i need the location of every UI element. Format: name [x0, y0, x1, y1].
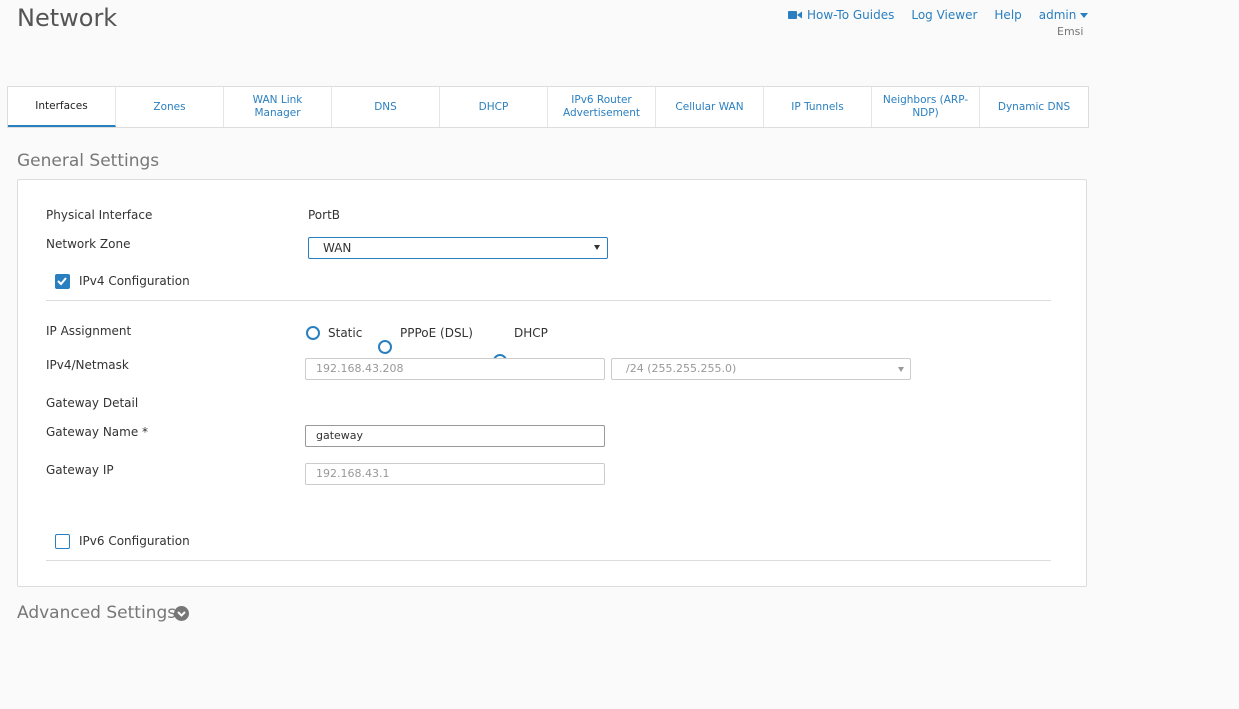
- tab-ipv6-router-advertisement[interactable]: IPv6 Router Advertisement: [548, 87, 656, 127]
- radio-dhcp-label: DHCP: [514, 326, 548, 340]
- netmask-select[interactable]: /24 (255.255.255.0): [611, 358, 911, 380]
- ip-assignment-label: IP Assignment: [46, 324, 132, 338]
- user-subtitle: Emsi: [1057, 25, 1084, 38]
- gateway-name-value: gateway: [316, 429, 364, 442]
- tab-dhcp[interactable]: DHCP: [440, 87, 548, 127]
- ipv4-netmask-label: IPv4/Netmask: [46, 358, 129, 372]
- gateway-ip-field[interactable]: 192.168.43.1: [305, 463, 605, 485]
- network-zone-label: Network Zone: [46, 237, 131, 251]
- gateway-name-field[interactable]: gateway: [305, 425, 605, 447]
- tab-neighbors[interactable]: Neighbors (ARP-NDP): [872, 87, 980, 127]
- ipv4-config-checkbox[interactable]: [55, 274, 70, 289]
- physical-interface-label: Physical Interface: [46, 208, 153, 222]
- ipv6-config-checkbox[interactable]: [55, 534, 70, 549]
- divider: [46, 300, 1051, 301]
- top-nav: How-To Guides Log Viewer Help admin: [788, 8, 1089, 22]
- log-viewer-link[interactable]: Log Viewer: [911, 8, 977, 22]
- user-menu[interactable]: admin: [1039, 8, 1089, 22]
- tab-dynamic-dns[interactable]: Dynamic DNS: [980, 87, 1088, 127]
- radio-pppoe-label: PPPoE (DSL): [400, 326, 473, 340]
- gateway-detail-label: Gateway Detail: [46, 396, 139, 410]
- advanced-settings-title[interactable]: Advanced Settings: [17, 603, 176, 623]
- gateway-name-label: Gateway Name *: [46, 425, 149, 439]
- chevron-down-icon: [1080, 12, 1089, 18]
- video-camera-icon: [788, 11, 802, 19]
- page-title: Network: [17, 4, 118, 32]
- network-zone-select[interactable]: WAN: [308, 237, 608, 259]
- netmask-value: /24 (255.255.255.0): [626, 362, 737, 375]
- ipv4-address-value: 192.168.43.208: [316, 362, 404, 375]
- checkmark-icon: [57, 277, 67, 286]
- network-zone-value: WAN: [323, 241, 352, 255]
- ipv4-config-label: IPv4 Configuration: [79, 274, 190, 288]
- expand-chevron-icon[interactable]: [174, 606, 189, 621]
- radio-static[interactable]: [306, 326, 320, 340]
- tab-ip-tunnels[interactable]: IP Tunnels: [764, 87, 872, 127]
- divider: [46, 560, 1051, 561]
- tab-bar: Interfaces Zones WAN Link Manager DNS DH…: [7, 86, 1089, 128]
- how-to-guides-link[interactable]: How-To Guides: [788, 8, 894, 22]
- tab-zones[interactable]: Zones: [116, 87, 224, 127]
- tab-wan-link-manager[interactable]: WAN Link Manager: [224, 87, 332, 127]
- dropdown-arrow-icon: [594, 245, 600, 250]
- gateway-ip-label: Gateway IP: [46, 463, 114, 477]
- ipv4-address-field[interactable]: 192.168.43.208: [305, 358, 605, 380]
- tab-dns[interactable]: DNS: [332, 87, 440, 127]
- radio-pppoe[interactable]: [378, 340, 392, 354]
- tab-cellular-wan[interactable]: Cellular WAN: [656, 87, 764, 127]
- help-link[interactable]: Help: [994, 8, 1021, 22]
- dropdown-arrow-icon: [898, 367, 904, 372]
- tab-interfaces[interactable]: Interfaces: [8, 87, 116, 127]
- general-settings-title: General Settings: [17, 151, 160, 171]
- gateway-ip-value: 192.168.43.1: [316, 467, 390, 480]
- physical-interface-value: PortB: [308, 208, 341, 222]
- ipv6-config-label: IPv6 Configuration: [79, 534, 190, 548]
- how-to-guides-label: How-To Guides: [807, 8, 895, 22]
- user-name: admin: [1038, 8, 1077, 22]
- chevron-down-icon: [177, 611, 186, 617]
- radio-static-label: Static: [328, 326, 363, 340]
